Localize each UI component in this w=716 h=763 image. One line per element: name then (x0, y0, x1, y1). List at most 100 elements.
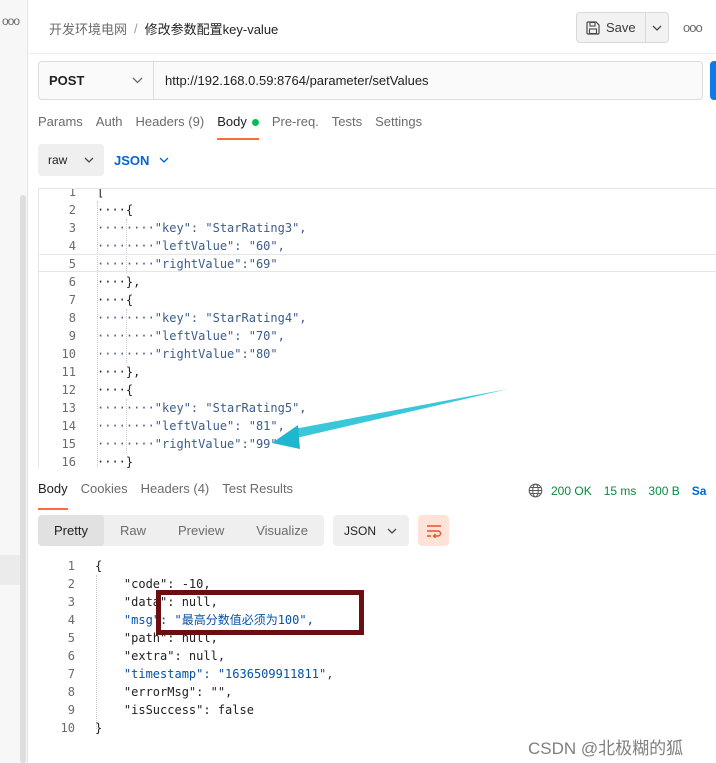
tab-label: Pre-req. (271, 114, 319, 129)
line-number: 4 (68, 239, 76, 253)
code-text: ········"key": "StarRating4", (97, 311, 307, 325)
line-number: 9 (67, 703, 75, 717)
send-button[interactable] (710, 61, 716, 100)
response-status-bar: 200 OK 15 ms 300 B Sa (528, 483, 706, 498)
code-text: ········"rightValue":"99" (97, 437, 278, 451)
line-number: 3 (67, 595, 75, 609)
code-line: 11 ····}, (39, 363, 716, 381)
watermark: CSDN @北极糊的狐 (528, 739, 684, 758)
tab-response-body[interactable]: Body (38, 481, 68, 510)
sidebar-scrollbar[interactable] (20, 195, 26, 763)
breadcrumb-separator: / (134, 21, 138, 36)
tab-params[interactable]: Params (38, 114, 83, 140)
line-number: 1 (67, 559, 75, 573)
response-time[interactable]: 15 ms (604, 484, 637, 498)
wrap-lines-button[interactable] (418, 515, 450, 546)
chevron-down-icon (132, 77, 143, 84)
response-view-row: Pretty Raw Preview Visualize JSON (38, 515, 450, 546)
line-number: 6 (68, 275, 76, 289)
body-format-select[interactable]: JSON (114, 153, 169, 168)
code-text: ····}, (97, 365, 141, 379)
line-number: 8 (67, 685, 75, 699)
code-line: 4 ········"leftValue": "60", (39, 237, 716, 255)
response-body[interactable]: 1{ 2 "code": -10, 3 "data": null, 4 "msg… (38, 557, 716, 747)
line-number: 2 (67, 577, 75, 591)
save-button-group: Save (576, 12, 669, 43)
tab-pre-request[interactable]: Pre-req. (272, 114, 319, 140)
line-number: 2 (68, 203, 76, 217)
tab-label: Headers (9) (135, 114, 205, 129)
breadcrumb-request-name[interactable]: 修改参数配置key-value (145, 19, 279, 38)
tab-test-results[interactable]: Test Results (222, 481, 293, 505)
line-number: 1 (68, 188, 76, 199)
code-text: ····{ (97, 203, 134, 217)
status-code[interactable]: 200 OK (551, 484, 592, 498)
line-number: 5 (68, 257, 76, 271)
annotation-highlight-box (156, 590, 364, 635)
body-mode-select[interactable]: raw (38, 144, 104, 176)
line-number: 15 (61, 437, 76, 451)
save-button[interactable]: Save (577, 13, 646, 42)
chevron-down-icon (159, 157, 169, 163)
code-line: 2 ····{ (39, 201, 716, 219)
tab-settings[interactable]: Settings (375, 114, 422, 140)
globe-icon[interactable] (528, 483, 543, 498)
tab-label: Params (38, 114, 83, 129)
code-text: ····{ (97, 383, 134, 397)
code-text: [ (97, 188, 105, 199)
code-text: ········"leftValue": "70", (97, 329, 285, 343)
method-label: POST (49, 73, 85, 88)
code-text: ········"key": "StarRating3", (97, 221, 307, 235)
line-number: 11 (61, 365, 76, 379)
code-line: 9 ········"leftValue": "70", (39, 327, 716, 345)
save-response-button[interactable]: Sa (692, 484, 707, 498)
code-line: 8 ········"key": "StarRating4", (39, 309, 716, 327)
code-text: ····{ (97, 293, 134, 307)
breadcrumb-collection[interactable]: 开发环境电网 (49, 19, 127, 38)
line-number: 5 (67, 631, 75, 645)
url-input[interactable]: http://192.168.0.59:8764/parameter/setVa… (154, 62, 429, 99)
response-view-selector: Pretty Raw Preview Visualize (38, 515, 325, 546)
tab-body[interactable]: Body (217, 114, 259, 140)
more-options-icon[interactable]: ooo (683, 20, 703, 35)
tab-label: Tests (331, 114, 363, 129)
sidebar-more-icon[interactable]: ooo (2, 14, 20, 28)
response-size[interactable]: 300 B (648, 484, 679, 498)
tab-auth[interactable]: Auth (96, 114, 123, 140)
code-text: } (95, 721, 103, 735)
code-text: { (95, 559, 103, 573)
method-select[interactable]: POST (39, 62, 154, 99)
tab-response-cookies[interactable]: Cookies (81, 481, 128, 505)
line-number: 8 (68, 311, 76, 325)
code-text: ········"leftValue": "60", (97, 239, 285, 253)
line-number: 9 (68, 329, 76, 343)
code-line: 1[ (39, 188, 716, 201)
response-line: 8 "errorMsg": "", (38, 683, 638, 701)
tab-response-headers[interactable]: Headers (4) (141, 481, 210, 505)
view-visualize[interactable]: Visualize (240, 515, 324, 546)
url-bar: POST http://192.168.0.59:8764/parameter/… (38, 61, 703, 100)
tab-label: Settings (375, 114, 423, 129)
line-number: 6 (67, 649, 75, 663)
view-preview[interactable]: Preview (162, 515, 240, 546)
breadcrumb: 开发环境电网 / 修改参数配置key-value (49, 19, 278, 38)
code-text: "timestamp": "1636509911811", (95, 667, 334, 681)
line-number: 7 (67, 667, 75, 681)
code-text: ········"leftValue": "81", (97, 419, 285, 433)
code-text: "isSuccess": false (95, 703, 254, 717)
chevron-down-icon (387, 528, 397, 534)
sidebar-selected-item[interactable] (0, 555, 20, 585)
body-format-label: JSON (114, 152, 150, 168)
response-line: 9 "isSuccess": false (38, 701, 638, 719)
view-raw[interactable]: Raw (104, 515, 162, 546)
response-format-select[interactable]: JSON (333, 515, 410, 546)
code-text: "extra": null, (95, 649, 226, 663)
chevron-down-icon (84, 157, 94, 163)
tab-headers[interactable]: Headers (9) (136, 114, 205, 140)
view-pretty[interactable]: Pretty (38, 515, 104, 546)
line-number: 13 (61, 401, 76, 415)
save-options-button[interactable] (646, 13, 668, 42)
line-number: 10 (60, 721, 75, 735)
tab-tests[interactable]: Tests (332, 114, 362, 140)
code-line: 10 ········"rightValue":"80" (39, 345, 716, 363)
